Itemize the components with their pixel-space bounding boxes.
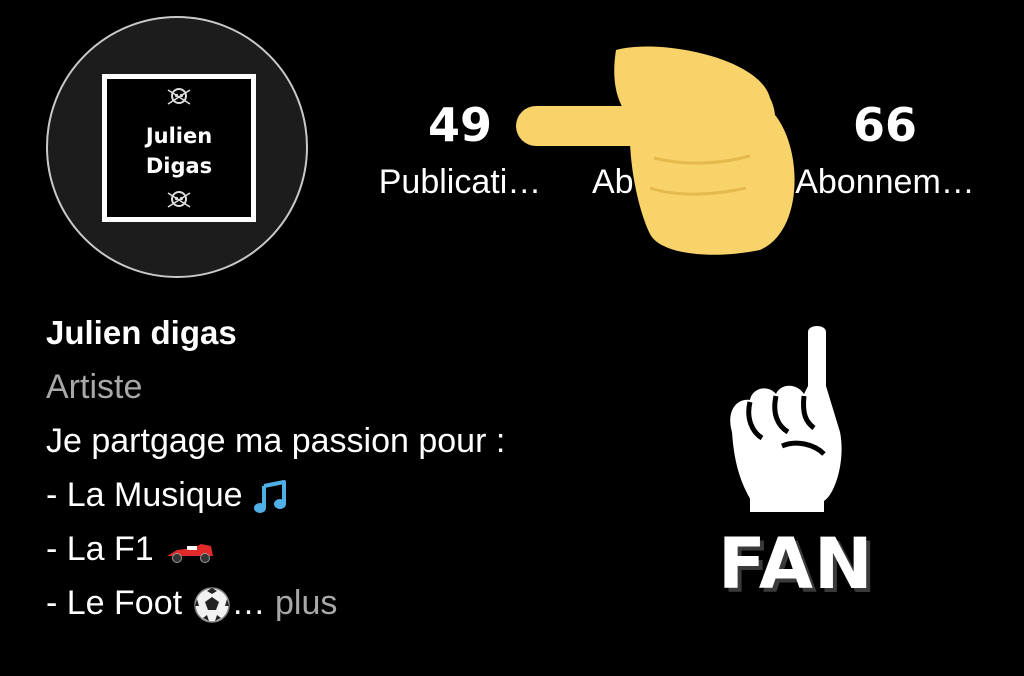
soccer-ball-icon xyxy=(193,587,230,623)
bio-line-music: - La Musique xyxy=(46,468,505,522)
avatar-logo-text: Julien Digas xyxy=(107,121,251,181)
following-count: 66 xyxy=(852,98,917,152)
bio-music-text: - La Musique xyxy=(46,476,243,514)
bio-foot-text: - Le Foot xyxy=(46,584,183,622)
bio-ellipsis: … xyxy=(231,584,266,622)
following-label: Abonnem… xyxy=(795,163,975,201)
skull-emblem-icon xyxy=(167,191,191,208)
profile-bio: Julien digas Artiste Je partgage ma pass… xyxy=(46,306,505,630)
music-note-icon xyxy=(254,480,286,514)
bio-line: Je partgage ma passion pour : xyxy=(46,422,506,460)
avatar-text-line1: Julien xyxy=(145,124,213,148)
avatar-logo-frame: Julien Digas xyxy=(102,74,256,222)
race-car-icon xyxy=(167,544,214,564)
more-link[interactable]: plus xyxy=(275,584,337,622)
profile-avatar[interactable]: Julien Digas xyxy=(46,16,308,278)
category-label: Artiste xyxy=(46,368,143,406)
bio-line-f1: - La F1 xyxy=(46,522,505,576)
foam-finger-icon xyxy=(730,326,842,512)
pointing-hand-icon xyxy=(516,46,795,255)
stat-following[interactable]: 66 Abonnem… xyxy=(780,100,990,202)
fan-label: FAN xyxy=(718,523,874,605)
display-name: Julien digas xyxy=(46,314,237,351)
skull-emblem-icon xyxy=(167,88,191,105)
bio-line-foot: - Le Foot … plus xyxy=(46,576,505,630)
bio-f1-text: - La F1 xyxy=(46,530,154,568)
avatar-text-line2: Digas xyxy=(145,154,213,178)
